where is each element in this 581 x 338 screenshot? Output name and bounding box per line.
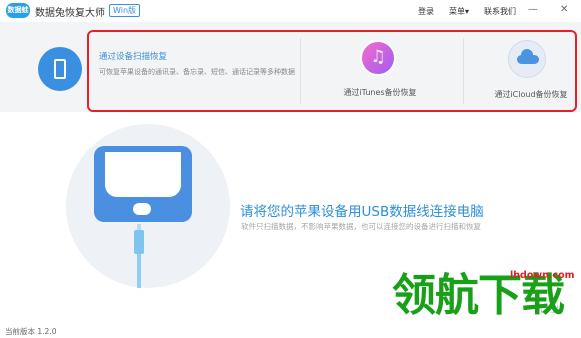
device-illustration-phone-icon xyxy=(94,146,192,222)
device-scan-mode-description: 可恢复苹果设备的通讯录、备忘录、短信、通话记录等多种数据 xyxy=(99,68,295,76)
contact-link[interactable]: 联系我们 xyxy=(484,6,516,17)
device-scan-phone-icon xyxy=(38,47,82,91)
login-link[interactable]: 登录 xyxy=(418,6,434,17)
device-scan-mode-title[interactable]: 通过设备扫描恢复 xyxy=(99,50,167,62)
menu-dropdown[interactable]: 菜单▾ xyxy=(449,6,469,17)
version-label: 当前版本 1.2.0 xyxy=(5,327,57,336)
close-icon[interactable]: ✕ xyxy=(560,4,568,16)
itunes-backup-mode-label[interactable]: 通过iTunes备份恢复 xyxy=(330,87,430,98)
usb-cable-wire xyxy=(137,254,141,288)
connect-instruction-headline: 请将您的苹果设备用USB数据线连接电脑 xyxy=(240,204,484,220)
watermark: 领航下载 lhdown.com xyxy=(392,268,581,332)
mode-divider xyxy=(463,38,464,104)
mode-divider xyxy=(300,38,301,104)
app-logo: 数据蛙 xyxy=(6,3,30,18)
title-bar: 数据蛙 数据兔恢复大师 Win版 登录 菜单▾ 联系我们 — ✕ xyxy=(0,0,581,23)
minimize-icon[interactable]: — xyxy=(528,4,538,16)
edition-badge: Win版 xyxy=(109,4,141,17)
usb-cable-icon xyxy=(134,230,144,254)
watermark-site: lhdown.com xyxy=(510,270,575,281)
app-title: 数据兔恢复大师 xyxy=(35,8,105,19)
icloud-icon[interactable] xyxy=(508,40,546,78)
icloud-backup-mode-label[interactable]: 通过iCloud备份恢复 xyxy=(484,89,578,100)
itunes-icon[interactable]: ♫ xyxy=(360,40,396,76)
connect-instruction-subtext: 软件只扫描数据，不影响苹果数据，也可以连接您的设备进行扫描和恢复 xyxy=(241,222,481,231)
